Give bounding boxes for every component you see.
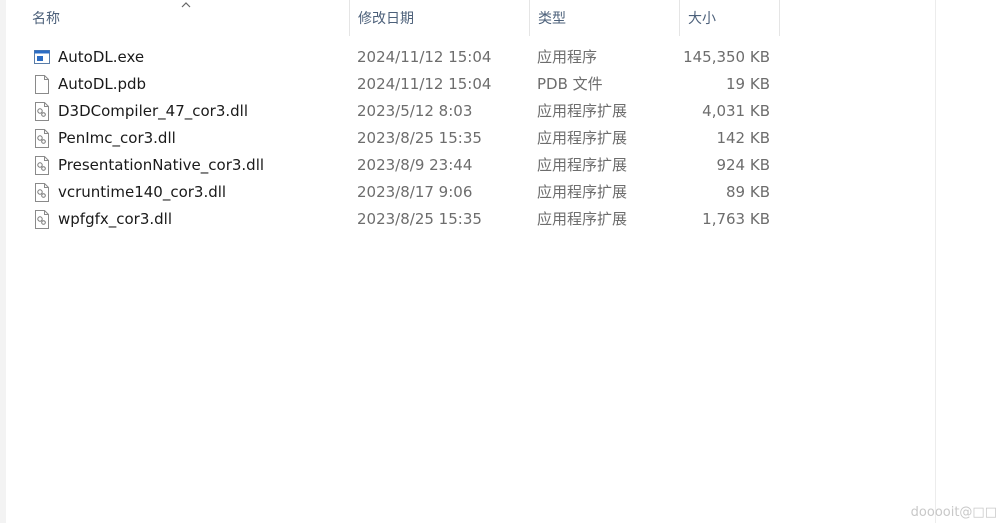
file-name: D3DCompiler_47_cor3.dll <box>58 102 249 120</box>
file-name: PenImc_cor3.dll <box>58 129 176 147</box>
dll-icon <box>34 183 50 202</box>
column-header-bar: 名称 修改日期 类型 大小 <box>0 0 935 38</box>
file-type: 应用程序扩展 <box>537 129 628 147</box>
file-name: AutoDL.exe <box>58 48 145 66</box>
dll-icon <box>34 210 50 229</box>
file-name: PresentationNative_cor3.dll <box>58 156 265 174</box>
file-size: 145,350 KB <box>683 48 770 66</box>
file-size: 142 KB <box>716 129 770 147</box>
watermark-text: dooooit@□□ <box>910 505 997 520</box>
file-modified-date: 2024/11/12 15:04 <box>357 48 492 66</box>
file-name: AutoDL.pdb <box>58 75 147 93</box>
file-type: 应用程序扩展 <box>537 156 628 174</box>
sort-ascending-icon <box>180 0 192 10</box>
file-icon <box>34 75 50 94</box>
file-row[interactable]: wpfgfx_cor3.dll 2023/8/25 15:35 应用程序扩展 1,76… <box>0 206 935 233</box>
file-row[interactable]: PresentationNative_cor3.dll 2023/8/9 23:4… <box>0 152 935 179</box>
file-size: 19 KB <box>726 75 770 93</box>
dll-icon <box>34 129 50 148</box>
file-name: vcruntime140_cor3.dll <box>58 183 227 201</box>
file-type: PDB 文件 <box>537 75 603 93</box>
column-header-size[interactable]: 大小 <box>680 0 779 38</box>
file-size: 89 KB <box>726 183 770 201</box>
file-row[interactable]: D3DCompiler_47_cor3.dll 2023/5/12 8:03 应用程… <box>0 98 935 125</box>
file-row[interactable]: PenImc_cor3.dll 2023/8/25 15:35 应用程序扩展 142 … <box>0 125 935 152</box>
file-modified-date: 2023/8/25 15:35 <box>357 129 482 147</box>
file-modified-date: 2023/8/9 23:44 <box>357 156 473 174</box>
dll-icon <box>34 156 50 175</box>
file-type: 应用程序 <box>537 48 598 66</box>
file-row[interactable]: AutoDL.pdb 2024/11/12 15:04 PDB 文件 19 KB <box>0 71 935 98</box>
file-modified-date: 2023/8/25 15:35 <box>357 210 482 228</box>
column-area-edge <box>935 0 936 523</box>
file-modified-date: 2024/11/12 15:04 <box>357 75 492 93</box>
exe-icon <box>34 49 50 68</box>
file-size: 924 KB <box>716 156 770 174</box>
file-type: 应用程序扩展 <box>537 102 628 120</box>
dll-icon <box>34 102 50 121</box>
column-header-date[interactable]: 修改日期 <box>350 0 529 38</box>
file-name: wpfgfx_cor3.dll <box>58 210 173 228</box>
column-header-type[interactable]: 类型 <box>530 0 679 38</box>
file-size: 1,763 KB <box>702 210 770 228</box>
file-type: 应用程序扩展 <box>537 183 628 201</box>
file-type: 应用程序扩展 <box>537 210 628 228</box>
column-divider[interactable] <box>779 0 780 36</box>
file-modified-date: 2023/8/17 9:06 <box>357 183 473 201</box>
file-row[interactable]: vcruntime140_cor3.dll 2023/8/17 9:06 应用程序扩… <box>0 179 935 206</box>
file-row[interactable]: AutoDL.exe 2024/11/12 15:04 应用程序 145,350 KB <box>0 44 935 71</box>
file-modified-date: 2023/5/12 8:03 <box>357 102 473 120</box>
file-size: 4,031 KB <box>702 102 770 120</box>
file-list-pane: 名称 修改日期 类型 大小 AutoDL.exe 2024/11/12 15:04… <box>0 0 1007 523</box>
